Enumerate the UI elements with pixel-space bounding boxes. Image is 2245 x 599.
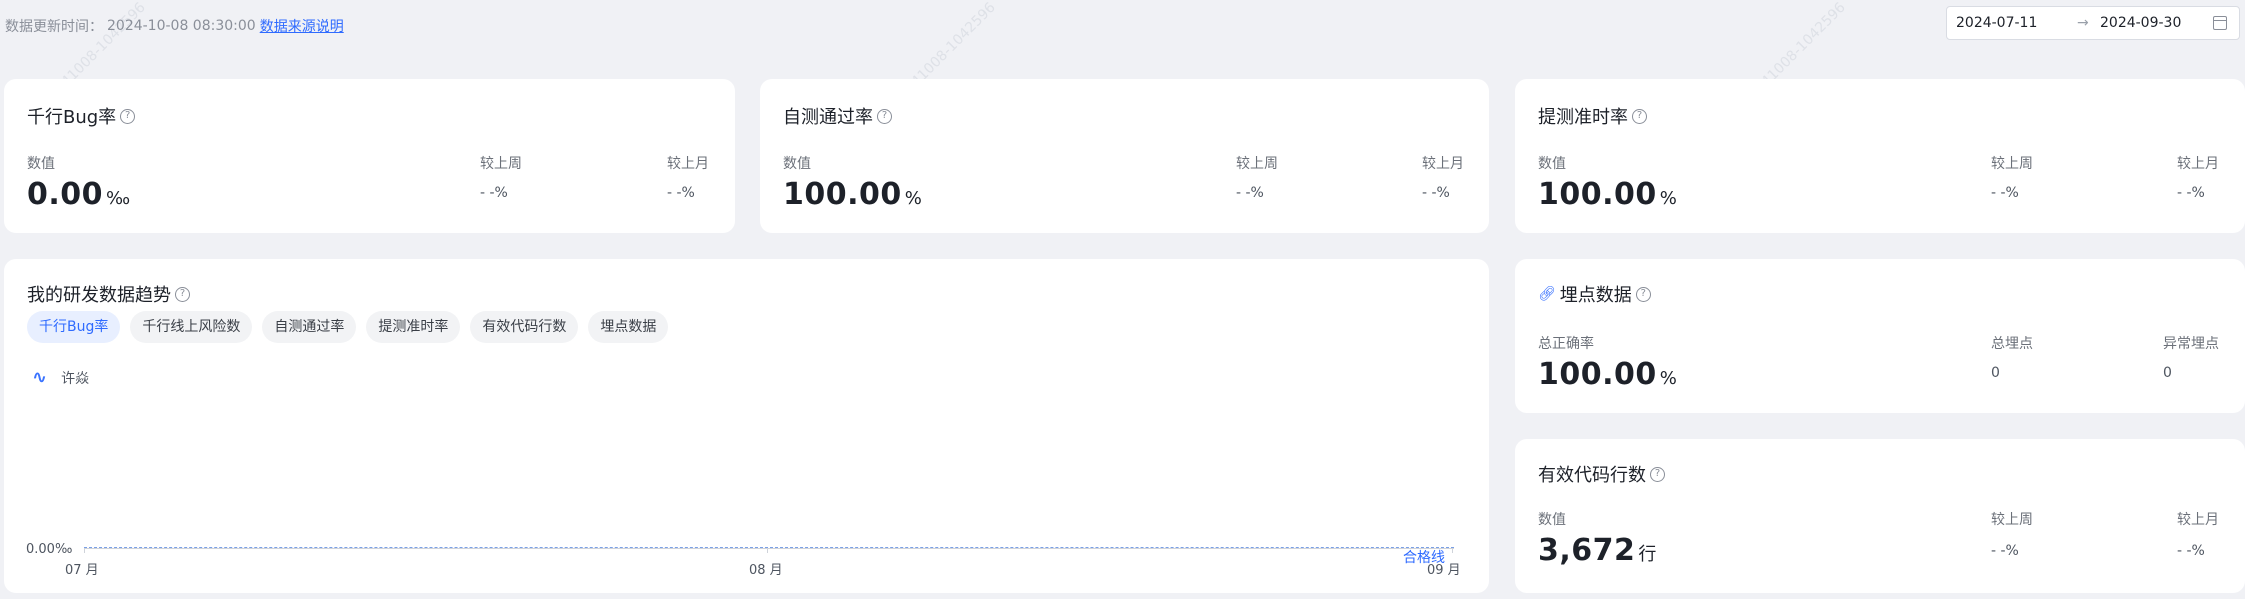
mom-label: 较上月 xyxy=(667,156,709,172)
mom-label: 较上月 xyxy=(2177,156,2219,172)
tab-self-test[interactable]: 自测通过率 xyxy=(262,311,357,343)
qualified-line-label: 合格线 xyxy=(1403,550,1445,566)
legend-label: 许焱 xyxy=(61,370,90,387)
trend-card: 我的研发数据趋势 ? 千行Bug率 千行线上风险数 自测通过率 提测准时率 有效… xyxy=(4,259,1489,593)
mom-value: - -% xyxy=(667,185,695,201)
mom-value: - -% xyxy=(2177,185,2205,201)
tab-bug-rate[interactable]: 千行Bug率 xyxy=(27,311,121,343)
x-tick-label: 07 月 xyxy=(65,563,99,578)
tracking-card: 🔗︎ 埋点数据 ? 总正确率 100.00% 总埋点 0 异常埋点 0 xyxy=(1515,259,2245,413)
wow-label: 较上周 xyxy=(1236,156,1278,172)
help-icon[interactable]: ? xyxy=(1650,466,1665,482)
help-icon[interactable]: ? xyxy=(120,108,136,124)
update-info: 数据更新时间： 2024-10-08 08:30:00 数据来源说明 xyxy=(5,16,344,36)
end-date[interactable]: 2024-09-30 xyxy=(2100,15,2181,31)
wow-value: - -% xyxy=(1991,185,2019,201)
code-lines-card: 有效代码行数 ? 数值 3,672 行 较上周 - -% 较上月 - -% xyxy=(1515,439,2245,593)
metric-value: 100.00% xyxy=(1538,177,1678,212)
metric-card-self-test-pass-rate: 自测通过率 ? 数值 100.00% 较上周 - -% 较上月 - -% xyxy=(760,79,1489,233)
wow-value: - -% xyxy=(480,185,508,201)
x-axis-tick xyxy=(1452,548,1453,553)
x-axis-tick xyxy=(767,548,768,553)
help-icon[interactable]: ? xyxy=(1632,108,1647,124)
chart-legend[interactable]: ∿ 许焱 xyxy=(32,367,89,388)
metric-card-on-time-rate: 提测准时率 ? 数值 100.00% 较上周 - -% 较上月 - -% xyxy=(1515,79,2245,233)
wow-value: - -% xyxy=(1236,185,1264,201)
x-tick-label: 08 月 xyxy=(749,563,783,578)
tab-on-time[interactable]: 提测准时率 xyxy=(366,311,461,343)
start-date[interactable]: 2024-07-11 xyxy=(1956,15,2037,31)
metric-value: 0.00 ‰ xyxy=(27,177,131,212)
update-time: 2024-10-08 08:30:00 xyxy=(107,18,256,34)
wow-label: 较上周 xyxy=(480,156,522,172)
card-title: 自测通过率 xyxy=(783,107,873,128)
tab-code-lines[interactable]: 有效代码行数 xyxy=(470,311,579,343)
trend-tabs: 千行Bug率 千行线上风险数 自测通过率 提测准时率 有效代码行数 埋点数据 xyxy=(27,311,669,343)
card-title: 有效代码行数 xyxy=(1538,465,1646,486)
metric-value: 100.00% xyxy=(783,177,923,212)
wave-icon: ∿ xyxy=(32,367,48,388)
update-label: 数据更新时间： xyxy=(5,19,103,35)
wow-label: 较上周 xyxy=(1991,512,2033,528)
calendar-icon[interactable] xyxy=(2213,16,2227,30)
accuracy-label: 总正确率 xyxy=(1538,336,1594,352)
date-range-picker[interactable]: 2024-07-11 → 2024-09-30 xyxy=(1946,6,2240,40)
value-label: 数值 xyxy=(1538,156,1566,172)
code-lines-value: 3,672 行 xyxy=(1538,533,1657,568)
mom-value: - -% xyxy=(1422,185,1450,201)
metric-card-bug-rate: 千行Bug率 ? 数值 0.00 ‰ 较上周 - -% 较上月 - -% xyxy=(4,79,735,233)
data-source-link[interactable]: 数据来源说明 xyxy=(260,16,344,36)
help-icon[interactable]: ? xyxy=(1635,286,1651,302)
tab-tracking[interactable]: 埋点数据 xyxy=(588,311,669,343)
tab-online-risk[interactable]: 千行线上风险数 xyxy=(130,311,253,343)
mom-label: 较上月 xyxy=(2177,512,2219,528)
wow-value: - -% xyxy=(1991,543,2019,559)
x-axis-tick xyxy=(84,548,85,553)
card-title: 埋点数据 xyxy=(1559,285,1632,306)
x-axis-line xyxy=(84,548,1454,549)
card-title: 千行Bug率 xyxy=(27,107,117,128)
trend-title: 我的研发数据趋势 xyxy=(27,285,171,306)
value-label: 数值 xyxy=(1538,512,1566,528)
wow-label: 较上周 xyxy=(1991,156,2033,172)
mom-label: 较上月 xyxy=(1422,156,1464,172)
help-icon[interactable]: ? xyxy=(175,286,190,302)
value-label: 数值 xyxy=(27,156,55,172)
help-icon[interactable]: ? xyxy=(877,108,892,124)
series-line xyxy=(84,547,1454,548)
abnormal-value: 0 xyxy=(2163,365,2172,381)
total-label: 总埋点 xyxy=(1991,336,2033,352)
accuracy-value: 100.00% xyxy=(1538,357,1678,392)
card-title: 提测准时率 xyxy=(1538,107,1628,128)
arrow-right-icon: → xyxy=(2077,15,2089,31)
y-tick-label: 0.00‰ xyxy=(26,542,73,557)
link-icon: 🔗︎ xyxy=(1538,286,1556,302)
abnormal-label: 异常埋点 xyxy=(2163,336,2219,352)
total-value: 0 xyxy=(1991,365,2000,381)
value-label: 数值 xyxy=(783,156,811,172)
mom-value: - -% xyxy=(2177,543,2205,559)
